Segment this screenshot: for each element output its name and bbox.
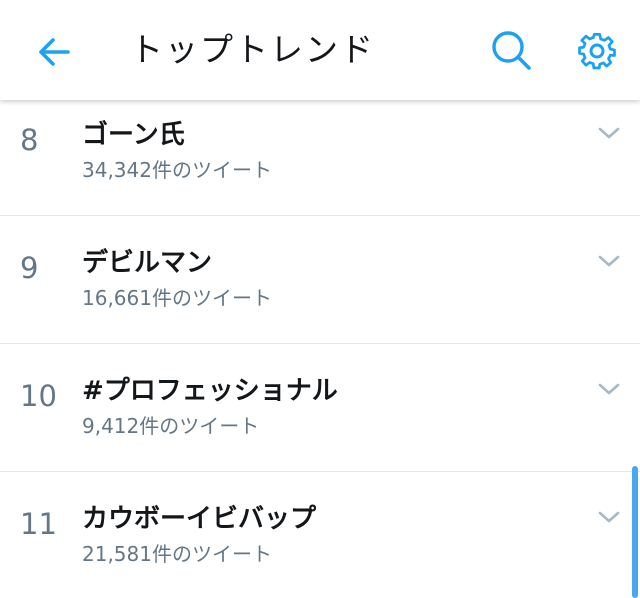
trend-name: カウボーイビバップ <box>82 504 317 534</box>
trend-name: デビルマン <box>82 248 213 278</box>
settings-button[interactable] <box>573 26 621 74</box>
search-button[interactable] <box>487 26 535 74</box>
trend-name: ゴーン氏 <box>82 120 185 150</box>
arrow-left-icon <box>39 38 70 66</box>
trend-tweet-count: 21,581件のツイート <box>82 542 272 566</box>
trend-name: #プロフェッショナル <box>82 376 338 406</box>
chevron-down-icon[interactable] <box>596 124 622 142</box>
gear-icon <box>578 32 616 70</box>
trend-rank: 11 <box>20 507 57 541</box>
chevron-down-icon[interactable] <box>596 252 622 270</box>
chevron-down-icon[interactable] <box>596 508 622 526</box>
trend-rank: 8 <box>20 123 39 157</box>
trend-rank: 9 <box>20 251 39 285</box>
search-icon <box>492 31 531 70</box>
trend-item[interactable]: 11 カウボーイビバップ 21,581件のツイート <box>0 472 640 598</box>
trend-item[interactable]: 8 ゴーン氏 34,342件のツイート <box>0 100 640 216</box>
page-title: トップトレンド <box>130 30 375 69</box>
trend-tweet-count: 9,412件のツイート <box>82 414 260 438</box>
trends-screen: トップトレンド 8 ゴーン氏 34,342件のツイート 9 デビルマン 16,6… <box>0 0 640 598</box>
trend-tweet-count: 34,342件のツイート <box>82 158 272 182</box>
chevron-down-icon[interactable] <box>596 380 622 398</box>
top-app-bar: トップトレンド <box>0 0 640 100</box>
scrollbar[interactable] <box>632 466 638 598</box>
trend-rank: 10 <box>20 379 57 413</box>
back-button[interactable] <box>30 28 78 76</box>
trend-item[interactable]: 10 #プロフェッショナル 9,412件のツイート <box>0 344 640 472</box>
trend-tweet-count: 16,661件のツイート <box>82 286 272 310</box>
trend-list: 8 ゴーン氏 34,342件のツイート 9 デビルマン 16,661件のツイート… <box>0 100 640 598</box>
trend-item[interactable]: 9 デビルマン 16,661件のツイート <box>0 216 640 344</box>
